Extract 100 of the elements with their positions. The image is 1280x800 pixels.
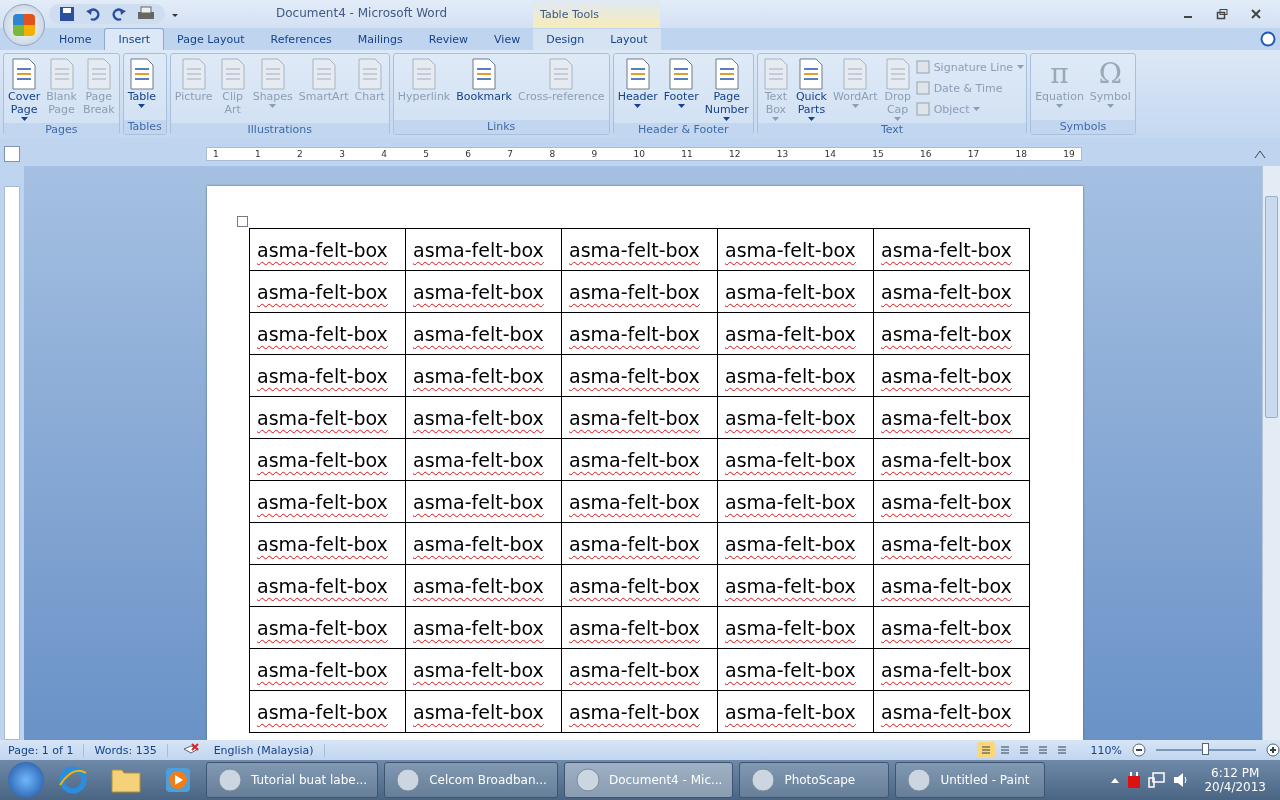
table-cell: asma-felt-box [717,522,874,565]
network-icon[interactable] [1148,771,1167,789]
app-circle-icon [574,767,601,793]
lines-icon [1055,744,1068,756]
table-cell: asma-felt-box [405,228,562,271]
page-icon [355,58,384,90]
lines-icon [979,744,992,756]
table-cell: asma-felt-box [405,270,562,313]
table-cell: asma-felt-box [717,354,874,397]
table-cell: asma-felt-box [405,480,562,523]
taskbar-button[interactable]: PhotoScape [739,762,890,798]
table-cell: asma-felt-box [561,396,718,439]
table-move-handle[interactable] [237,216,248,227]
taskbar-button[interactable]: Document4 - Mic... [563,762,734,798]
word-count[interactable]: Words: 135 [94,743,168,757]
ribbon-button[interactable]: Header [615,56,660,123]
table-cell: asma-felt-box [405,606,562,649]
save-icon[interactable] [59,6,75,22]
table-cell: asma-felt-box [249,438,406,481]
square-icon [915,60,930,74]
undo-icon[interactable] [85,6,101,22]
table-cell: asma-felt-box [717,312,874,355]
folder-icon[interactable] [110,766,142,794]
ribbon-button[interactable]: Footer [661,56,701,123]
group-label: Tables [123,120,166,134]
ruler-toggle-icon[interactable] [1254,149,1266,159]
close-icon[interactable] [1250,8,1262,20]
table-cell: asma-felt-box [249,396,406,439]
app-circle-icon [906,767,933,793]
clock-date[interactable]: 20/4/2013 [1204,780,1266,794]
ribbon-button[interactable]: Bookmark [454,56,514,120]
zoom-level[interactable]: 110% [1090,743,1122,757]
page-icon [667,58,696,90]
show-hidden-icons-icon[interactable] [1110,776,1121,784]
table-cell: asma-felt-box [717,690,874,733]
redo-icon[interactable] [111,6,127,22]
taskbar-button[interactable]: Tutorial buat labe... [206,762,379,798]
start-button[interactable] [8,762,44,798]
table-cell: asma-felt-box [717,396,874,439]
tab-selector[interactable] [4,146,20,162]
ribbon-tab[interactable]: Design [533,29,598,50]
clock-time[interactable]: 6:12 PM [1211,766,1260,780]
ribbon-tab[interactable]: Review [415,29,482,50]
table-cell: asma-felt-box [249,522,406,565]
table-cell: asma-felt-box [873,690,1030,733]
table-cell: asma-felt-box [249,606,406,649]
ribbon-tab[interactable]: Insert [104,28,165,50]
language-indicator[interactable]: English (Malaysia) [213,743,325,757]
browser-e-icon[interactable] [58,765,88,795]
page-icon [179,58,208,90]
plug-icon[interactable] [1126,771,1143,789]
page-icon [218,58,247,90]
table-cell: asma-felt-box [249,354,406,397]
table-cell: asma-felt-box [561,480,718,523]
table-cell: asma-felt-box [405,564,562,607]
vertical-scrollbar[interactable] [1262,166,1280,740]
page-icon [409,58,438,90]
table-cell: asma-felt-box [561,354,718,397]
zoom-out-icon[interactable] [1132,743,1146,757]
ribbon-tab[interactable]: References [257,29,345,50]
table-cell: asma-felt-box [873,228,1030,271]
page-count[interactable]: Page: 1 of 1 [8,743,85,757]
zoom-in-icon[interactable] [1266,743,1280,757]
group-label: Links [393,120,609,134]
restore-icon[interactable] [1216,8,1228,20]
table-cell: asma-felt-box [561,228,718,271]
table-cell: asma-felt-box [561,606,718,649]
ribbon-button[interactable]: Quick Parts [793,56,829,123]
group-label: Text [757,123,1027,137]
table-cell: asma-felt-box [873,480,1030,523]
taskbar-button[interactable]: Celcom Broadban... [384,762,558,798]
ribbon-button[interactable]: Table [125,56,159,120]
ribbon-button[interactable]: Cover Page [6,56,43,123]
ribbon-tab[interactable]: View [481,29,534,50]
page-icon [623,58,652,90]
table-cell: asma-felt-box [717,270,874,313]
table-cell: asma-felt-box [405,690,562,733]
ribbon-tab[interactable]: Home [46,29,105,50]
ribbon-tab[interactable]: Mailings [344,29,416,50]
ribbon-tab[interactable]: Layout [597,29,661,50]
office-button[interactable] [3,4,45,46]
table-cell: asma-felt-box [873,606,1030,649]
symbol-glyph-icon: π [1050,58,1069,90]
table-tools-label: Table Tools [533,0,660,28]
printer-icon[interactable] [137,6,155,22]
lines-icon [1017,744,1030,756]
page-icon [309,58,338,90]
table-cell: asma-felt-box [561,564,718,607]
page-icon [470,58,499,90]
table-cell: asma-felt-box [717,228,874,271]
play-icon[interactable] [164,766,192,794]
ribbon-tab[interactable]: Page Layout [164,29,258,50]
help-icon[interactable] [1260,31,1276,47]
page-icon [797,58,826,90]
page-icon [712,58,741,90]
table-cell: asma-felt-box [249,648,406,691]
ribbon-button[interactable]: Page Number [702,56,751,123]
table-cell: asma-felt-box [873,438,1030,481]
table-cell: asma-felt-box [873,312,1030,355]
taskbar-button[interactable]: Untitled - Paint [895,762,1046,798]
